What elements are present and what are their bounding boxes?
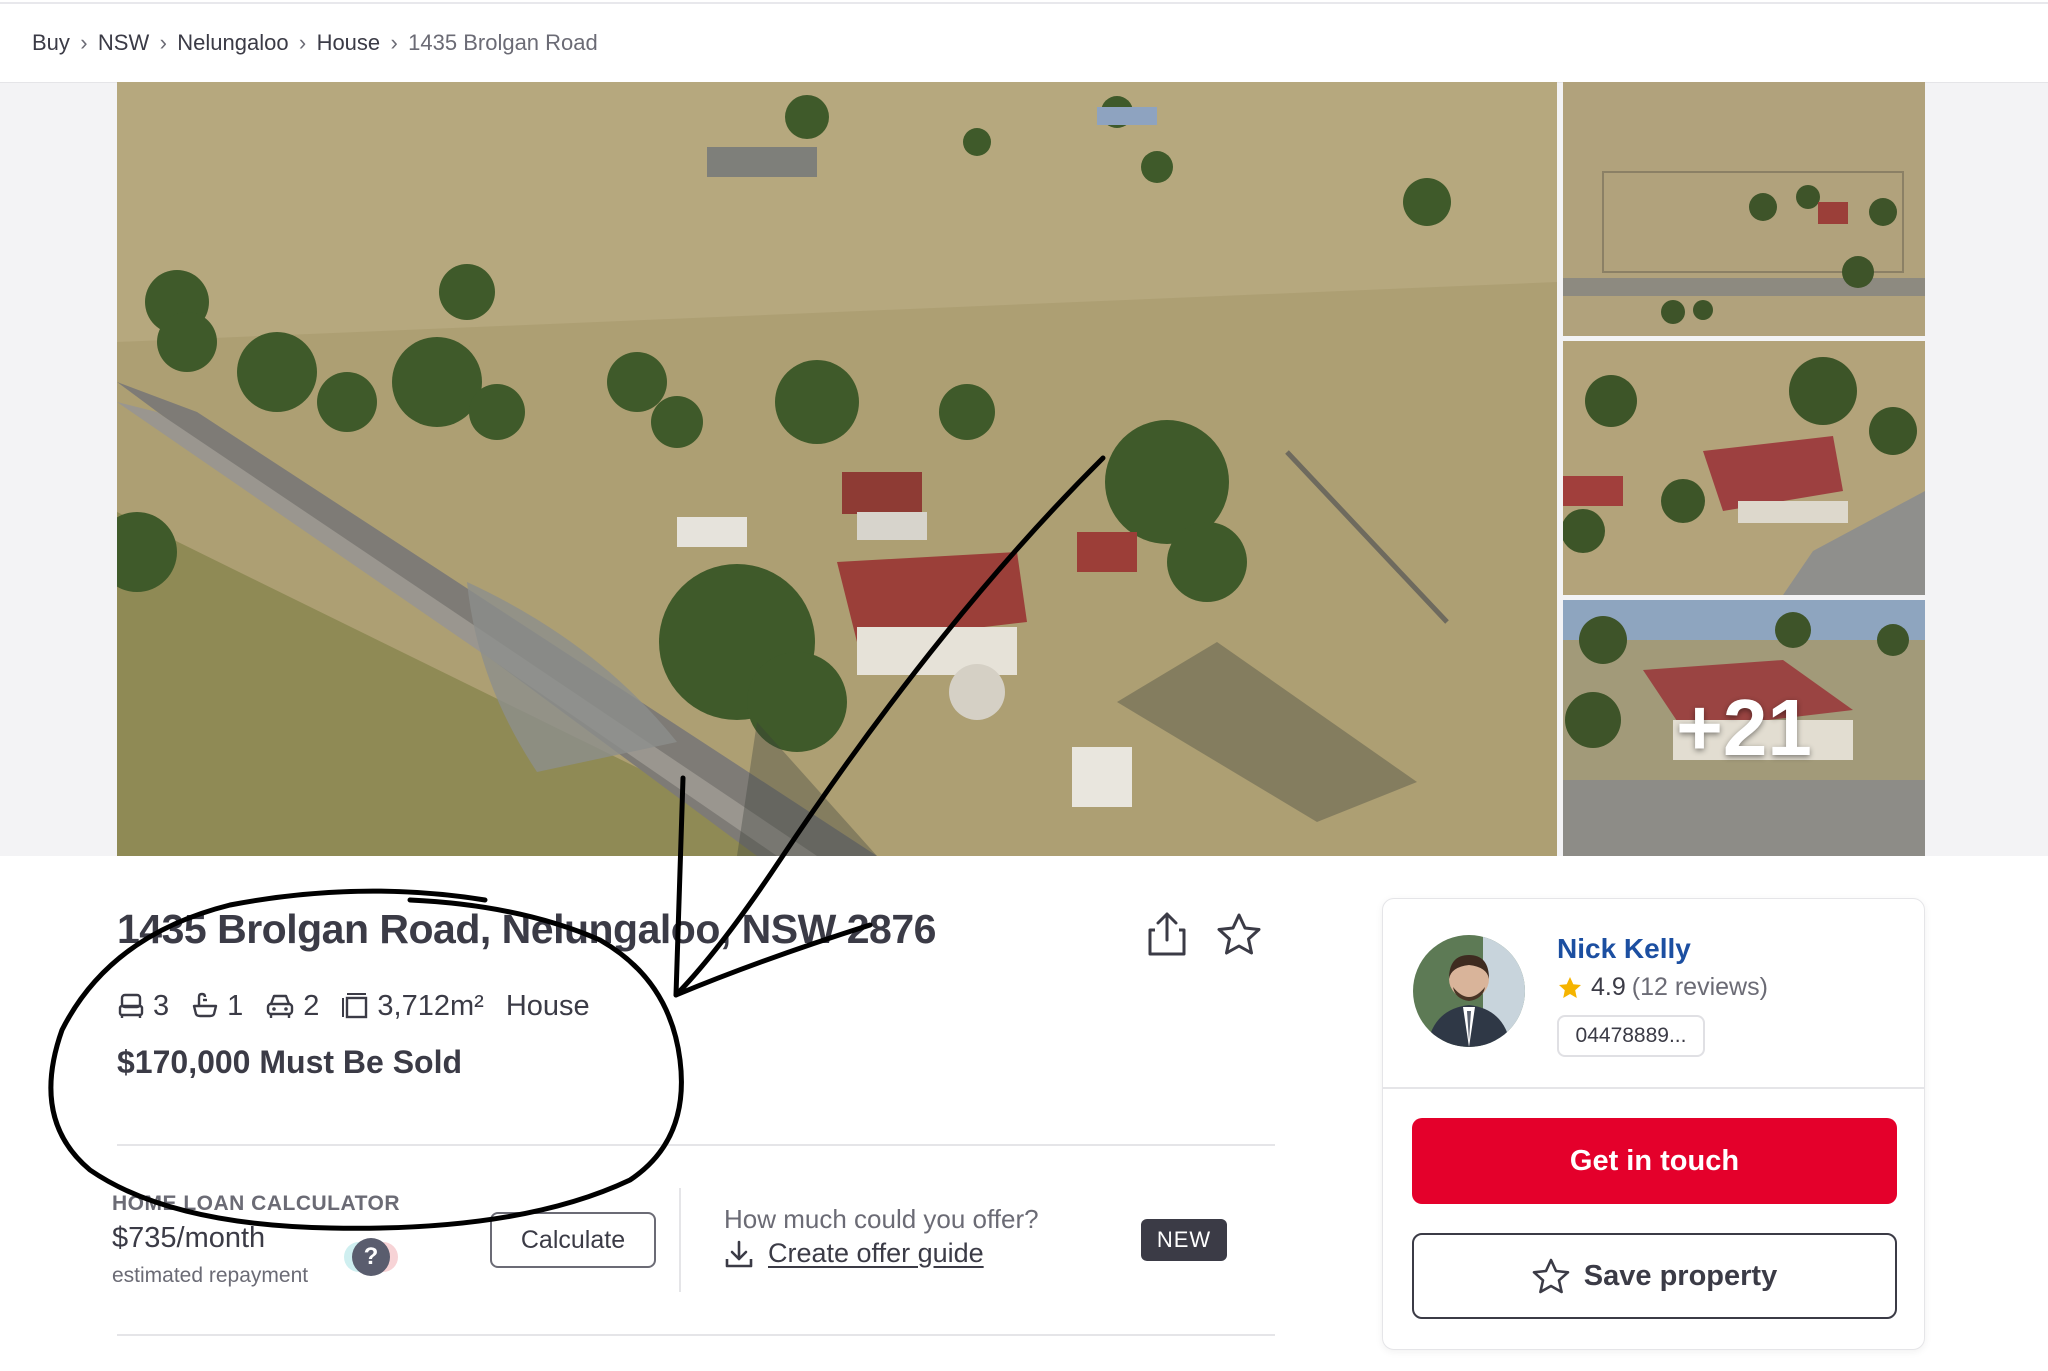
land-size: 3,712m² — [377, 989, 484, 1022]
share-icon — [1148, 912, 1186, 956]
agent-phone-button[interactable]: 04478889... — [1557, 1015, 1705, 1057]
avatar[interactable] — [1413, 935, 1525, 1047]
repayment-label: estimated repayment — [112, 1264, 309, 1287]
card-divider — [1383, 1087, 1924, 1089]
help-icon[interactable]: ? — [352, 1238, 390, 1276]
top-border — [0, 0, 2048, 4]
repayment-amount: $735/month — [112, 1222, 266, 1254]
bed-icon — [118, 993, 144, 1018]
property-type-label: House — [505, 989, 590, 1022]
parking-feature: 2 — [265, 990, 319, 1023]
save-property-button[interactable]: Save property — [1412, 1233, 1897, 1319]
calculator-heading: HOME LOAN CALCULATOR — [112, 1192, 401, 1215]
property-features: 3 1 2 3,712m² House — [117, 986, 612, 1026]
download-icon — [725, 1240, 753, 1267]
land-size-feature: 3,712m² — [341, 989, 484, 1023]
star-icon — [1532, 1258, 1570, 1294]
bathroom-feature: 1 — [191, 990, 243, 1023]
thumbnail-1[interactable] — [1563, 82, 1925, 336]
review-count[interactable]: (12 reviews) — [1632, 973, 1768, 1002]
bedroom-feature: 3 — [117, 990, 169, 1023]
chevron-right-icon: › — [390, 30, 398, 55]
get-in-touch-button[interactable]: Get in touch — [1412, 1118, 1897, 1204]
chevron-right-icon: › — [80, 30, 88, 55]
aerial-farm-photo — [117, 82, 1557, 856]
price: $170,000 Must Be Sold — [117, 1044, 463, 1080]
breadcrumb-nsw[interactable]: NSW — [98, 30, 149, 56]
more-photos-count: +21 — [1676, 683, 1812, 772]
chevron-right-icon: › — [159, 30, 167, 55]
breadcrumb-house[interactable]: House — [317, 30, 381, 56]
breadcrumb-current: 1435 Brolgan Road — [408, 30, 598, 55]
agent-rating: 4.9 (12 reviews) — [1557, 973, 1768, 1002]
agent-name[interactable]: Nick Kelly — [1557, 933, 1691, 965]
chevron-right-icon: › — [298, 30, 307, 55]
breadcrumb-buy[interactable]: Buy — [32, 30, 70, 56]
favourite-button[interactable] — [1216, 912, 1262, 956]
create-offer-guide-link[interactable]: Create offer guide — [724, 1238, 984, 1269]
aerial-house-top-photo — [1563, 82, 1925, 336]
star-icon — [1217, 913, 1261, 955]
agent-photo — [1413, 935, 1525, 1047]
bathroom-count: 1 — [227, 989, 244, 1022]
thumbnail-3[interactable]: +21 — [1563, 600, 1925, 856]
parking-count: 2 — [303, 989, 320, 1022]
create-offer-guide-label[interactable]: Create offer guide — [768, 1238, 984, 1269]
breadcrumb: Buy › NSW › Nelungaloo › House › 1435 Br… — [32, 26, 598, 60]
page-title: 1435 Brolgan Road, Nelungaloo, NSW 2876 — [117, 906, 936, 952]
aerial-house-closeup-photo — [1563, 341, 1925, 595]
new-badge: NEW — [1141, 1219, 1227, 1261]
bath-icon — [192, 992, 218, 1018]
calculate-button[interactable]: Calculate — [490, 1212, 656, 1268]
agent-card: Nick Kelly 4.9 (12 reviews) 04478889... … — [1382, 898, 1925, 1350]
vertical-divider — [679, 1188, 681, 1292]
main-photo[interactable] — [117, 82, 1557, 856]
bedroom-count: 3 — [153, 989, 170, 1022]
save-property-label: Save property — [1583, 1259, 1778, 1292]
offer-question: How much could you offer? — [724, 1204, 1039, 1234]
breadcrumb-nelungaloo[interactable]: Nelungaloo — [177, 30, 288, 56]
share-button[interactable] — [1145, 910, 1189, 958]
section-divider — [117, 1334, 1275, 1336]
thumbnail-2[interactable] — [1563, 341, 1925, 595]
rating-value: 4.9 — [1591, 973, 1626, 1001]
land-size-icon — [342, 993, 368, 1019]
car-icon — [267, 994, 294, 1018]
star-filled-icon — [1559, 976, 1581, 998]
property-type: House — [506, 990, 590, 1023]
section-divider — [117, 1144, 1275, 1146]
